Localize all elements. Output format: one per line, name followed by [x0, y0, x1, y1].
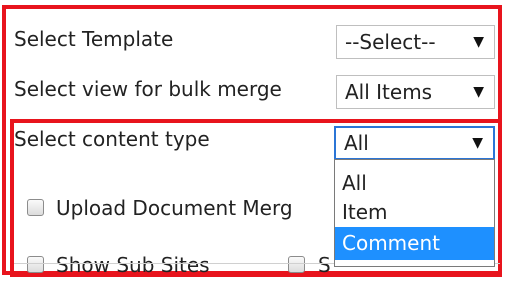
chevron-down-icon: ▼	[472, 135, 483, 151]
option-all[interactable]: All	[335, 169, 494, 198]
select-view-label: Select view for bulk merge	[14, 77, 282, 101]
select-template-value: --Select--	[345, 30, 436, 54]
option-item[interactable]: Item	[335, 198, 494, 227]
option-comment[interactable]: Comment	[335, 227, 494, 260]
content-type-options-list[interactable]: All Item Comment	[334, 159, 495, 267]
select-template-dropdown[interactable]: --Select-- ▼	[336, 25, 495, 59]
select-view-dropdown[interactable]: All Items ▼	[336, 75, 495, 109]
upload-document-merge-label: Upload Document Merg	[56, 196, 293, 220]
upload-document-merge-checkbox[interactable]	[27, 199, 44, 216]
select-content-type-value: All	[344, 131, 369, 155]
select-view-value: All Items	[345, 80, 433, 104]
select-template-label: Select Template	[14, 27, 174, 51]
chevron-down-icon: ▼	[473, 34, 484, 50]
show-sub-sites-checkbox[interactable]	[27, 256, 44, 273]
hidden-option-label: S	[318, 253, 331, 277]
select-content-type-label: Select content type	[14, 127, 210, 151]
chevron-down-icon: ▼	[473, 84, 484, 100]
select-content-type-dropdown[interactable]: All ▼	[334, 126, 495, 160]
hidden-option-checkbox[interactable]	[288, 256, 305, 273]
show-sub-sites-label: Show Sub Sites	[56, 253, 210, 277]
